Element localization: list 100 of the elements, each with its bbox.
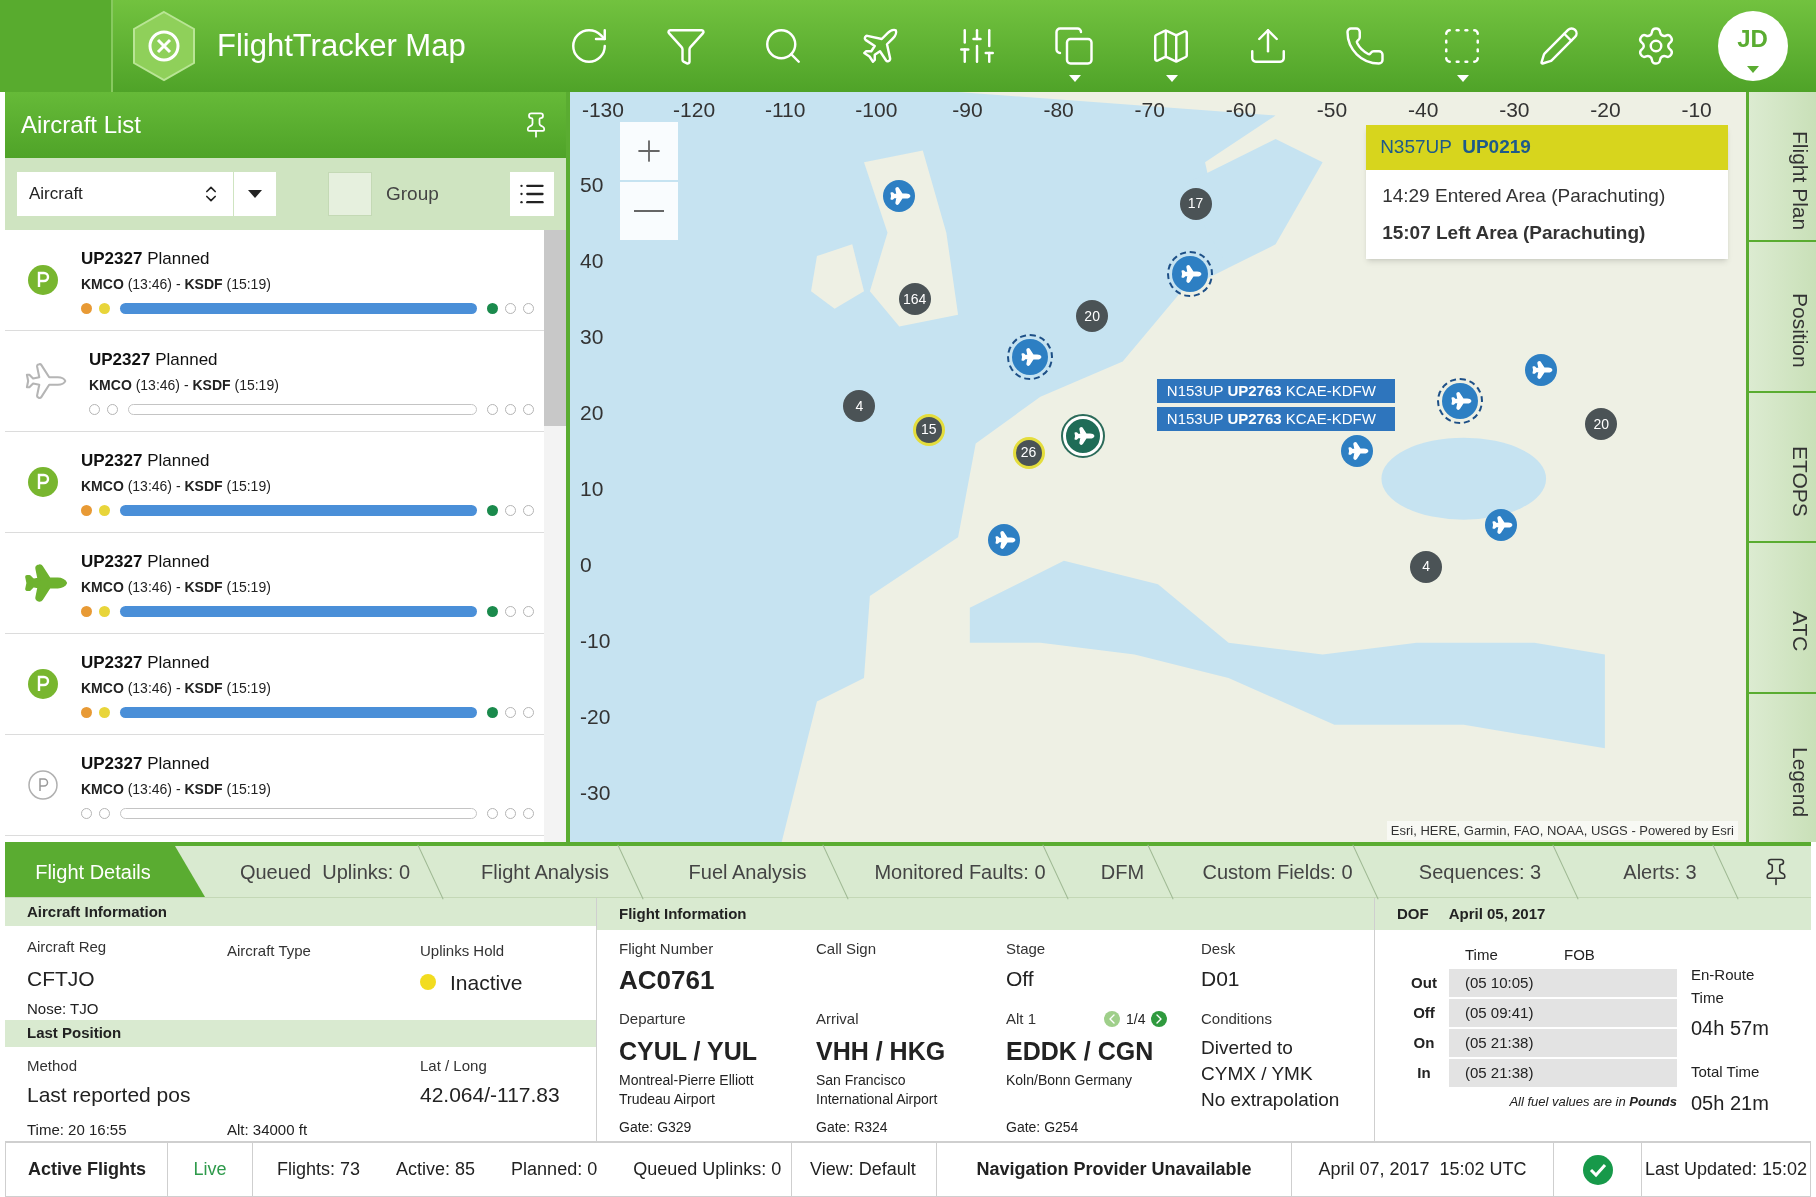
view-text: View: Default [810, 1158, 916, 1181]
dropdown-button[interactable] [234, 172, 276, 216]
route-text: KMCO (13:46) - KSDF (15:19) [81, 678, 272, 698]
column-header: Time [1464, 944, 1499, 965]
conditions-text: No extrapolation [1201, 1088, 1341, 1112]
status-count: Flights: 73 [277, 1158, 361, 1181]
layers-icon [1052, 25, 1095, 67]
route-text: KMCO (13:46) - KSDF (15:19) [81, 779, 272, 799]
route-text: KMCO (13:46) - KSDF (15:19) [89, 375, 280, 395]
row-label: Off [1412, 1002, 1436, 1023]
latitude-label: 40 [580, 248, 604, 275]
field-value: Inactive [450, 969, 523, 996]
latitude-label: 50 [580, 172, 604, 199]
scrollbar-thumb[interactable] [544, 230, 566, 426]
field-label: Conditions [1201, 1008, 1272, 1029]
field-label: Desk [1201, 939, 1237, 959]
airport-name: Trudeau Airport [619, 1089, 716, 1109]
next-icon[interactable] [1151, 1011, 1168, 1027]
pencil-icon [1537, 25, 1580, 67]
latitude-label: -30 [580, 780, 611, 807]
flight-title: UP2327 Planned [81, 248, 211, 271]
app-title: FlightTracker Map [217, 26, 466, 65]
longitude-label: -10 [1681, 97, 1712, 123]
side-tab[interactable]: Position [1749, 242, 1816, 391]
section-title: Last Position [27, 1023, 122, 1044]
row-label: In [1416, 1062, 1432, 1083]
list-view-button[interactable] [510, 172, 554, 216]
logo-icon [131, 10, 197, 82]
longitude-label: -30 [1499, 97, 1530, 123]
check-circle-icon [1582, 1154, 1613, 1185]
group-label: Group [386, 181, 439, 206]
field-value: 04h 57m [1691, 1016, 1770, 1041]
section-title: Aircraft Information [27, 901, 167, 922]
nose-text: Nose: TJO [27, 999, 100, 1020]
detail-tab[interactable]: Flight Analysis [445, 846, 645, 897]
side-tab[interactable]: ATC [1749, 543, 1816, 692]
menu-triangle-icon [1069, 75, 1081, 82]
longitude-label: -90 [952, 97, 983, 123]
phone-icon [1343, 25, 1386, 67]
plane-marker[interactable] [1062, 416, 1103, 457]
longitude-label: -80 [1043, 97, 1074, 123]
field-value: Last reported pos [27, 1082, 192, 1108]
longitude-label: -70 [1134, 97, 1165, 123]
airport-name: San Francisco [816, 1070, 907, 1090]
group-checkbox[interactable] [328, 172, 372, 216]
field-label: Stage [1006, 939, 1047, 959]
previous-icon[interactable] [1104, 1011, 1120, 1027]
flight-title: UP2327 Planned [81, 551, 211, 574]
status-title: Active Flights [28, 1158, 147, 1181]
menu-triangle-icon [1746, 66, 1759, 73]
field-label: Departure [619, 1008, 686, 1029]
menu-triangle-icon [1457, 75, 1469, 82]
detail-tab[interactable]: Custom Fields: 0 [1175, 846, 1380, 897]
tooltip-event: 15:07 Left Area (Parachuting) [1382, 220, 1647, 245]
airport-name: International Airport [816, 1089, 939, 1109]
latitude-label: 0 [580, 552, 592, 579]
detail-tab[interactable]: Fuel Analysis [645, 846, 850, 897]
field-value: Off [1006, 965, 1035, 992]
airport-code: VHH / HKG [816, 1036, 947, 1067]
detail-tab[interactable]: Queued Uplinks: 0 [205, 846, 445, 897]
flight-label: N153UP UP2763 KCAE-KDFW [1156, 379, 1395, 404]
aircraft-select[interactable]: Aircraft [17, 172, 233, 216]
airport-code: EDDK / CGN [1006, 1036, 1155, 1067]
airport-name: Koln/Bonn Germany [1006, 1070, 1134, 1090]
flight-number: AC0761 [619, 963, 716, 997]
time-cell: (05 09:41) [1449, 999, 1677, 1027]
longitude-label: -60 [1225, 97, 1257, 123]
field-label: Method [27, 1055, 79, 1076]
latitude-label: -10 [580, 628, 611, 655]
side-tab[interactable]: Flight Plan [1749, 92, 1816, 241]
flight-title: UP2327 Planned [81, 753, 211, 776]
fuel-note: All fuel values are in Pounds [1508, 1093, 1677, 1111]
longitude-label: -50 [1316, 97, 1348, 123]
flight-label: N153UP UP2763 KCAE-KDFW [1156, 407, 1395, 432]
detail-tab[interactable]: Monitored Faults: 0 [850, 846, 1070, 897]
zoom-in-button[interactable] [620, 122, 678, 180]
airport-name: Montreal-Pierre Elliott [619, 1070, 755, 1090]
last-updated: Last Updated: 15:02 [1644, 1158, 1808, 1181]
conditions-text: CYMX / YMK [1201, 1062, 1314, 1086]
panel-title: Aircraft List [21, 110, 142, 140]
detail-tab[interactable]: Alerts: 3 [1580, 846, 1740, 897]
menu-triangle-icon [1166, 75, 1178, 82]
section-title: Flight Information [619, 903, 747, 924]
route-text: KMCO (13:46) - KSDF (15:19) [81, 577, 272, 597]
side-tab[interactable]: Legend [1749, 693, 1816, 843]
field-value: 05h 21m [1691, 1090, 1770, 1116]
date-time: April 07, 2017 15:02 UTC [1318, 1158, 1527, 1181]
caret-icon [248, 190, 262, 198]
field-value: 42.064/-117.83 [420, 1082, 561, 1108]
latitude-label: 30 [580, 324, 604, 351]
detail-tab[interactable]: Sequences: 3 [1380, 846, 1580, 897]
time-cell: (05 21:38) [1449, 1029, 1677, 1057]
side-tab[interactable]: ETOPS [1749, 392, 1816, 542]
gate-text: Gate: G254 [1006, 1117, 1080, 1137]
latitude-label: 20 [580, 400, 604, 427]
detail-tab[interactable]: DFM [1070, 846, 1175, 897]
live-indicator: Live [193, 1158, 227, 1181]
field-value: CFTJO [27, 965, 96, 992]
tooltip-event: 14:29 Entered Area (Parachuting) [1382, 184, 1667, 208]
pager-text: 1/4 [1126, 1009, 1146, 1029]
